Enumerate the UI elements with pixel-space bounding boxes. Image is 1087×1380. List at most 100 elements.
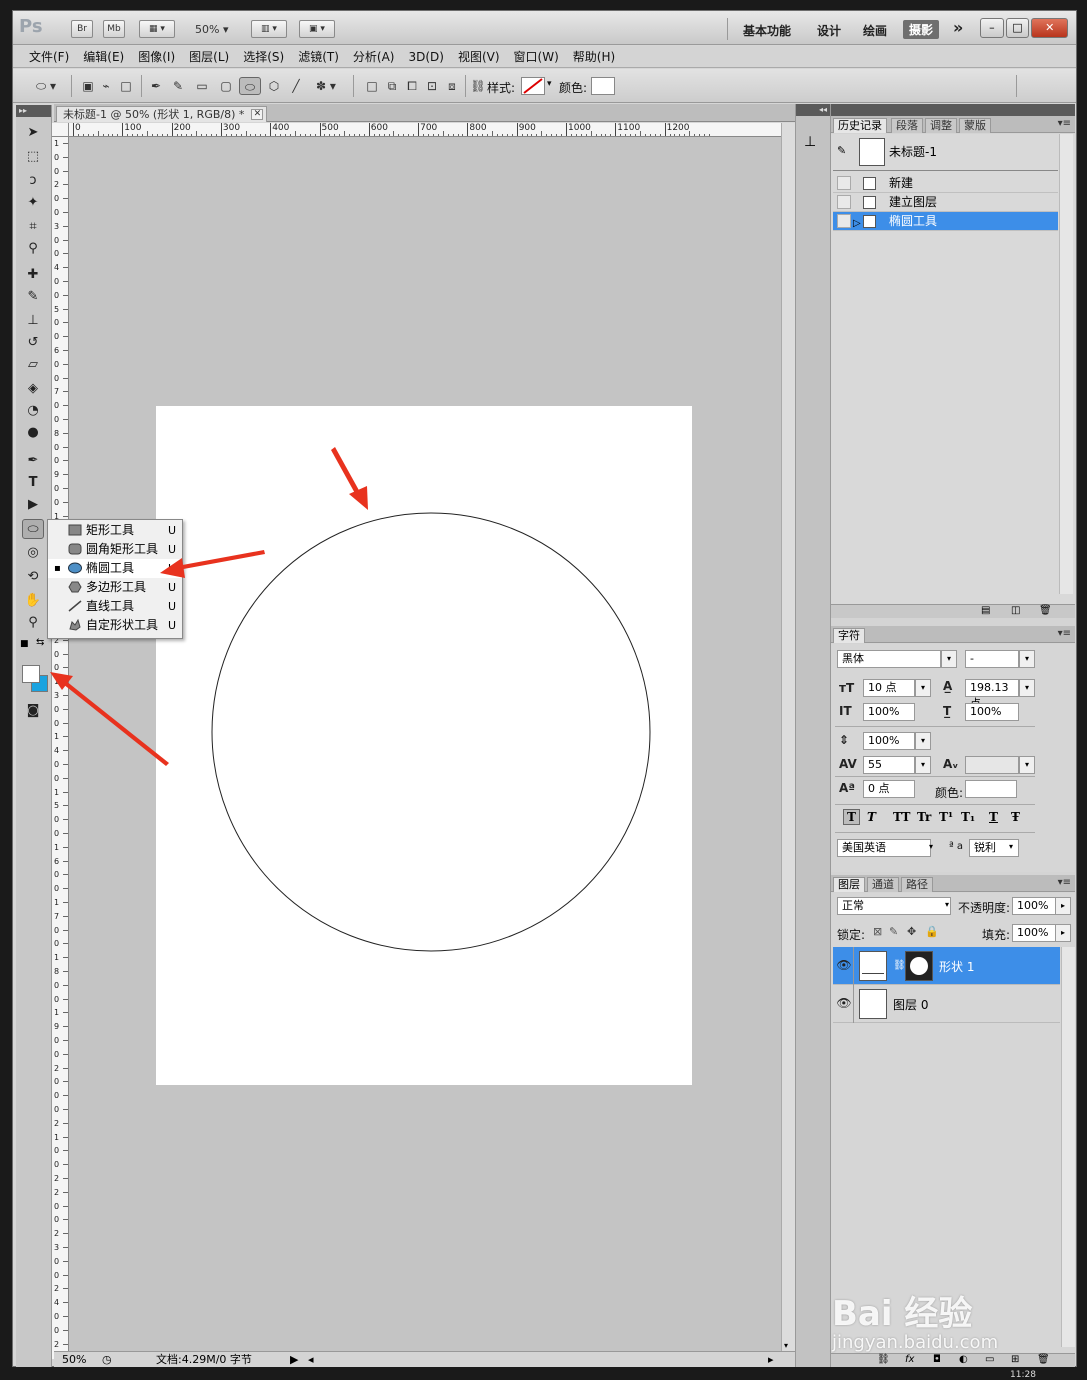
tracking-input[interactable] bbox=[965, 756, 1019, 774]
exclude-shape-icon[interactable]: ⧈ bbox=[443, 77, 461, 95]
layer-row-layer-0[interactable]: 👁 图层 0 bbox=[833, 985, 1060, 1023]
clone-stamp-icon[interactable]: ⊥ bbox=[22, 311, 44, 331]
document-tab[interactable]: 未标题-1 @ 50% (形状 1, RGB/8) * ✕ bbox=[56, 106, 268, 122]
menu-edit[interactable]: 编辑(E) bbox=[76, 46, 131, 67]
vector-mask-thumbnail[interactable] bbox=[905, 951, 933, 981]
history-scrollbar[interactable] bbox=[1059, 134, 1073, 594]
tab-adjustments[interactable]: 调整 bbox=[925, 118, 957, 133]
new-group-icon[interactable]: ▭ bbox=[985, 1354, 994, 1365]
workspace-design[interactable]: 设计 bbox=[817, 22, 841, 39]
pen-tool-icon[interactable]: ✒ bbox=[147, 77, 165, 95]
adjustment-layer-icon[interactable]: ◐ bbox=[959, 1354, 968, 1365]
flyout-rounded-rectangle-tool[interactable]: 圆角矩形工具 U bbox=[48, 540, 182, 559]
ellipse-shape[interactable] bbox=[156, 406, 692, 1085]
tab-paths[interactable]: 路径 bbox=[901, 877, 933, 892]
eyedropper-icon[interactable]: ⚲ bbox=[22, 239, 44, 259]
dodge-tool-icon[interactable]: ● bbox=[22, 423, 44, 443]
link-layers-icon[interactable]: ⛓ bbox=[877, 1354, 890, 1365]
vertical-scale-input[interactable]: 100% bbox=[863, 703, 915, 721]
color-swatch[interactable] bbox=[591, 77, 615, 95]
style-dropdown-arrow[interactable]: ▾ bbox=[547, 79, 552, 89]
lock-pixels-icon[interactable]: ✎ bbox=[889, 925, 898, 938]
lasso-tool-icon[interactable]: ↄ bbox=[22, 171, 44, 191]
zoom-tool-icon[interactable]: ⚲ bbox=[22, 613, 44, 633]
polygon-tool-icon[interactable]: ⬡ bbox=[265, 77, 283, 95]
tracking-scale-input[interactable]: 100% bbox=[863, 732, 915, 750]
create-new-shape-icon[interactable]: □ bbox=[363, 77, 381, 95]
opacity-input[interactable]: 100% bbox=[1012, 897, 1056, 915]
menu-help[interactable]: 帮助(H) bbox=[566, 46, 622, 67]
subscript-button[interactable]: T₁ bbox=[961, 810, 975, 824]
snapshot-brush-icon[interactable]: ✎ bbox=[837, 144, 851, 158]
history-source-checkbox[interactable] bbox=[837, 214, 851, 228]
leading-dropdown-icon[interactable]: ▾ bbox=[1019, 679, 1035, 697]
scroll-left-icon[interactable]: ◂ bbox=[308, 1352, 314, 1367]
pen-tool-icon[interactable]: ✒ bbox=[22, 451, 44, 471]
flyout-rectangle-tool[interactable]: 矩形工具 U bbox=[48, 521, 182, 540]
document-canvas[interactable] bbox=[156, 406, 692, 1085]
workspace-painting[interactable]: 绘画 bbox=[863, 22, 887, 39]
tab-masks[interactable]: 蒙版 bbox=[959, 118, 991, 133]
underline-button[interactable]: T bbox=[989, 810, 998, 824]
menu-filter[interactable]: 滤镜(T) bbox=[291, 46, 346, 67]
language-select[interactable]: 美国英语 bbox=[837, 839, 931, 857]
opacity-slider-icon[interactable]: ▸ bbox=[1055, 897, 1071, 915]
ellipse-tool-icon[interactable]: ⬭ bbox=[22, 519, 44, 539]
menu-layer[interactable]: 图层(L) bbox=[182, 46, 236, 67]
healing-brush-icon[interactable]: ✚ bbox=[22, 265, 44, 285]
menu-3d[interactable]: 3D(D) bbox=[401, 46, 450, 67]
rectangle-tool-icon[interactable]: ▭ bbox=[193, 77, 211, 95]
history-state-ellipse-tool[interactable]: ▷ 椭圆工具 bbox=[833, 212, 1058, 231]
horizontal-scale-input[interactable]: 100% bbox=[965, 703, 1019, 721]
layer-name[interactable]: 图层 0 bbox=[893, 996, 928, 1013]
leading-input[interactable]: 198.13 点 bbox=[965, 679, 1019, 710]
bridge-button[interactable]: Br bbox=[71, 20, 93, 38]
layer-name[interactable]: 形状 1 bbox=[939, 958, 974, 975]
quick-mask-icon[interactable]: ◙ bbox=[22, 701, 44, 721]
snapshot-label[interactable]: 未标题-1 bbox=[889, 143, 937, 160]
menu-analysis[interactable]: 分析(A) bbox=[346, 46, 402, 67]
menu-view[interactable]: 视图(V) bbox=[451, 46, 507, 67]
fill-slider-icon[interactable]: ▸ bbox=[1055, 924, 1071, 942]
font-family-dropdown-icon[interactable]: ▾ bbox=[941, 650, 957, 668]
tool-preset-picker[interactable]: ⬭ ▾ bbox=[29, 77, 63, 95]
3d-rotate-icon[interactable]: ◎ bbox=[22, 543, 44, 563]
more-workspaces-button[interactable]: » bbox=[953, 18, 963, 37]
panel-menu-icon[interactable]: ▾≡ bbox=[1058, 118, 1071, 129]
baseline-shift-input[interactable]: 0 点 bbox=[863, 780, 915, 798]
scroll-right-icon[interactable]: ▸ bbox=[768, 1352, 774, 1367]
fill-pixels-icon[interactable]: □ bbox=[117, 77, 135, 95]
3d-orbit-icon[interactable]: ⟲ bbox=[22, 567, 44, 587]
strikethrough-button[interactable]: Ŧ bbox=[1011, 810, 1020, 824]
default-colors-icon[interactable]: ■ bbox=[20, 639, 29, 649]
eraser-tool-icon[interactable]: ▱ bbox=[22, 355, 44, 375]
clone-source-icon[interactable]: ⊥ bbox=[804, 134, 816, 150]
font-size-dropdown-icon[interactable]: ▾ bbox=[915, 679, 931, 697]
crop-tool-icon[interactable]: ⌗ bbox=[22, 217, 44, 237]
faux-bold-button[interactable]: T bbox=[843, 809, 860, 825]
blend-mode-dropdown-icon[interactable]: ▾ bbox=[939, 897, 955, 915]
layer-row-shape-1[interactable]: 👁 ⛓ 形状 1 bbox=[833, 947, 1060, 985]
rounded-rectangle-tool-icon[interactable]: ▢ bbox=[217, 77, 235, 95]
add-mask-icon[interactable]: ◘ bbox=[933, 1354, 941, 1365]
tab-character[interactable]: 字符 bbox=[833, 628, 865, 643]
history-brush-icon[interactable]: ↺ bbox=[22, 333, 44, 353]
paths-icon[interactable]: ⌁ bbox=[97, 77, 115, 95]
layer-visibility-eye-icon[interactable]: 👁 bbox=[836, 996, 852, 1012]
new-layer-icon[interactable]: ⊞ bbox=[1011, 1354, 1019, 1365]
path-selection-icon[interactable]: ▶ bbox=[22, 495, 44, 515]
all-caps-button[interactable]: TT bbox=[893, 810, 910, 824]
link-icon[interactable]: ⛓ bbox=[469, 77, 487, 95]
horizontal-ruler[interactable]: 0 100 200 300 400 500 600 700 800 900 1000 1100 1200 bbox=[69, 123, 781, 137]
menu-image[interactable]: 图像(I) bbox=[131, 46, 182, 67]
layer-link-icon[interactable]: ⛓ bbox=[893, 960, 906, 971]
text-color-swatch[interactable] bbox=[965, 780, 1017, 798]
anti-alias-dropdown-icon[interactable]: ▾ bbox=[1003, 839, 1019, 857]
blend-mode-select[interactable]: 正常 bbox=[837, 897, 951, 915]
ruler-origin[interactable] bbox=[52, 123, 69, 137]
subtract-shape-icon[interactable]: ⧠ bbox=[403, 77, 421, 95]
paint-bucket-icon[interactable]: ◈ bbox=[22, 379, 44, 399]
status-menu-icon[interactable]: ▶ bbox=[290, 1352, 298, 1367]
close-button[interactable]: ✕ bbox=[1031, 18, 1069, 38]
font-style-dropdown-icon[interactable]: ▾ bbox=[1019, 650, 1035, 668]
